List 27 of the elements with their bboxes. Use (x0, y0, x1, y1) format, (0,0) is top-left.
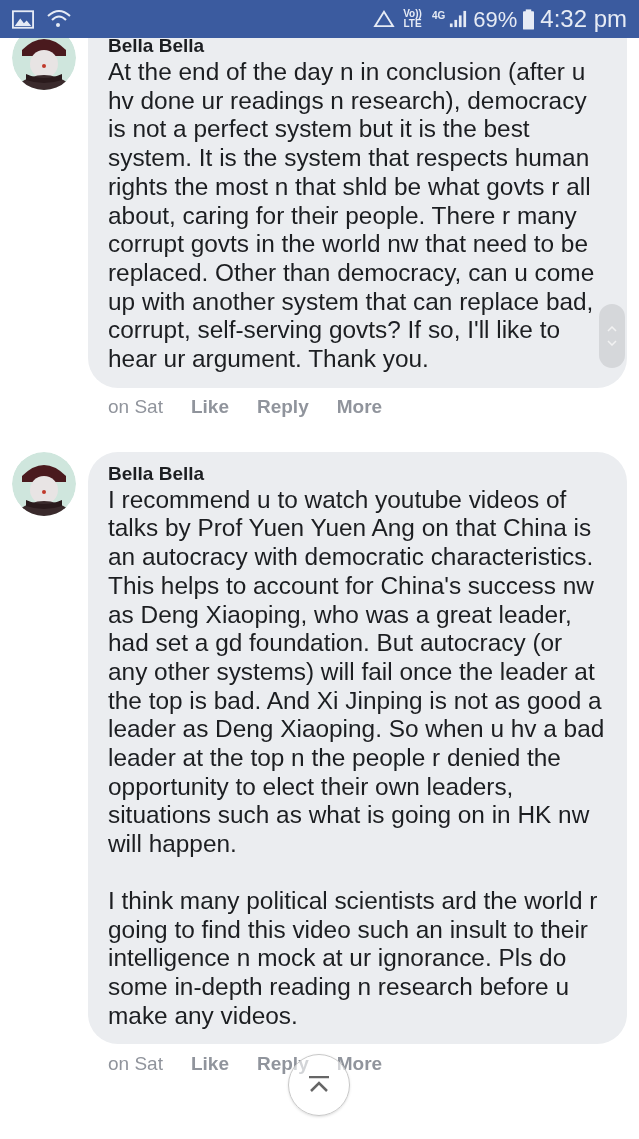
comment-text: At the end of the day n in conclusion (after u hv done ur readings n research), democracy is not a perfect system but it is the best system. It is the system that respects human rights the most n that shld be what govts r all about, caring for their people. There r many corrupt govts in the world nw that need to be replaced. Other than democracy, can u come up with another system that can replace bad, corrupt, self-serving govts? If so, I'll like to hear ur argument. Thank you. (108, 58, 596, 374)
clock: 4:32 pm (540, 4, 627, 34)
scrollbar-handle[interactable] (599, 304, 625, 368)
comment-action[interactable]: Reply (256, 393, 309, 422)
comment-action[interactable]: More (336, 1050, 383, 1079)
comment-action[interactable]: Like (190, 1050, 229, 1079)
wifi-icon (46, 8, 72, 30)
comment-action[interactable]: Like (190, 393, 229, 422)
author-name[interactable]: Bella Bella (108, 461, 607, 486)
volte-icon: Vo)) LTE (403, 9, 422, 29)
signal-icon (449, 10, 468, 28)
comment-text: I think many political scientists ard the world r going to find this video such an insult to their intelligence n mock at ur ignorance. Pls do some in-depth reading n research before u make any videos. (108, 886, 599, 1031)
battery-icon (523, 8, 535, 30)
avatar-icon[interactable] (12, 451, 76, 516)
network-type: 4G (431, 9, 446, 23)
comment-action[interactable]: More (336, 393, 383, 422)
battery-percent: 69% (473, 5, 518, 34)
scroll-top-icon (308, 1076, 330, 1094)
comment-time: on Sat (108, 1052, 163, 1077)
comment-text: I recommend u to watch youtube videos of talks by Prof Yuen Yuen Ang on that China is an autocracy with democratic characteristics. This helps to account for China's success nw as Deng Xiaoping, who was a great leader, had set a gd foundation. But autocracy (or any other systems) will fail once the leader at the top is bad. And Xi Jinping is not as good a leader as Deng Xiaoping. So when u hv a bad leader at the top n the people r denied the opportunity to elect their own leaders, situations such as what is going on in HK nw will happen. (108, 485, 606, 859)
comment-action[interactable]: Reply (256, 1050, 309, 1079)
comment-time: on Sat (108, 395, 163, 420)
author-name[interactable]: Bella Bella (108, 34, 607, 58)
chevron-up-icon (607, 326, 617, 332)
image-icon (12, 9, 34, 29)
chevron-down-icon (607, 340, 617, 346)
avatar-icon[interactable] (12, 38, 76, 90)
